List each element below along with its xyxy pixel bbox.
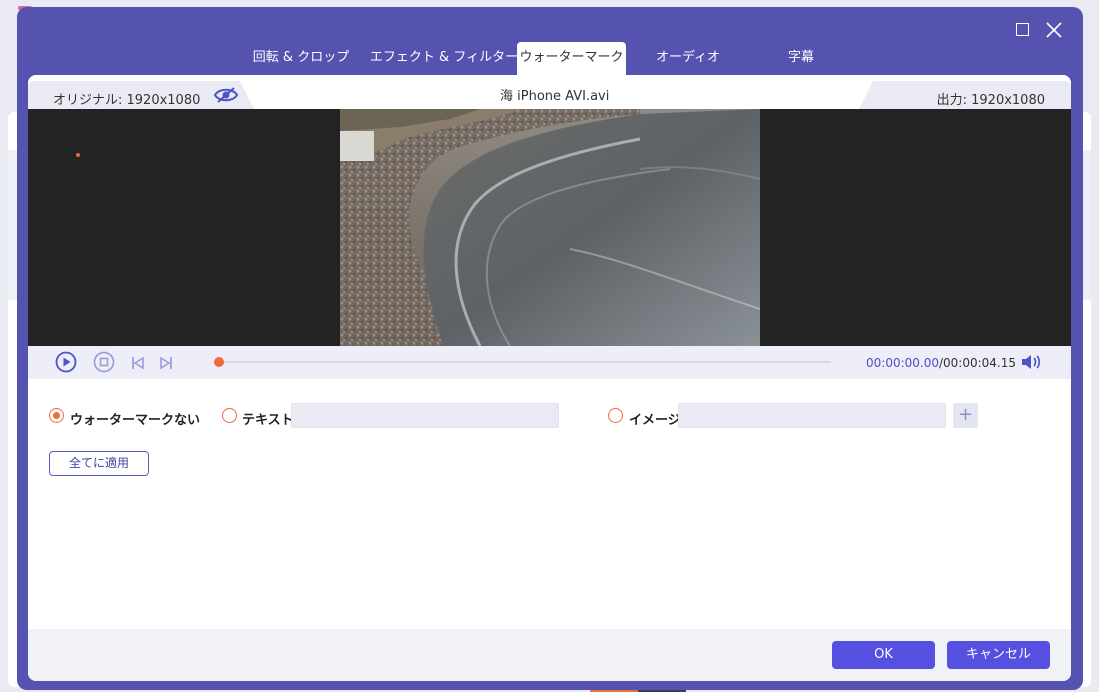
output-resolution: 出力: 1920x1080 <box>936 93 1045 108</box>
edit-dialog: 回転 & クロップ エフェクト & フィルター ウォーターマーク オーディオ 字… <box>17 7 1083 690</box>
text-watermark-label: テキスト <box>242 413 294 428</box>
video-preview <box>28 109 1071 346</box>
tab-bar: 回転 & クロップ エフェクト & フィルター ウォーターマーク オーディオ 字… <box>17 42 1083 76</box>
radio-no-watermark[interactable] <box>49 408 64 423</box>
preview-marker <box>76 153 80 157</box>
progress-handle[interactable] <box>214 357 224 367</box>
radio-image-watermark[interactable] <box>608 408 623 423</box>
no-watermark-label: ウォーターマークない <box>70 413 201 428</box>
apply-to-all-button[interactable]: 全てに適用 <box>49 451 149 476</box>
image-watermark-input[interactable] <box>678 403 946 428</box>
tab-audio[interactable]: オーディオ <box>647 42 729 76</box>
video-frame <box>340 109 760 346</box>
total-time: /00:00:04.15 <box>938 356 1017 370</box>
stop-icon[interactable] <box>93 351 115 377</box>
add-image-button[interactable]: + <box>953 403 978 428</box>
image-watermark-label: イメージ <box>629 413 681 428</box>
volume-icon[interactable] <box>1021 354 1041 374</box>
close-icon[interactable] <box>1043 19 1065 41</box>
info-bar: オリジナル: 1920x1080 海 iPhone AVI.avi 出力: 19… <box>28 75 1071 109</box>
original-resolution: オリジナル: 1920x1080 <box>53 93 201 108</box>
play-icon[interactable] <box>55 351 77 377</box>
time-display: 00:00:00.00/00:00:04.15 <box>866 356 1016 370</box>
previous-frame-icon[interactable] <box>131 355 145 374</box>
progress-track[interactable] <box>219 361 831 363</box>
maximize-icon[interactable] <box>1011 19 1033 41</box>
content-card: オリジナル: 1920x1080 海 iPhone AVI.avi 出力: 19… <box>28 75 1071 681</box>
tab-effect-filter[interactable]: エフェクト & フィルター <box>369 42 519 76</box>
hide-preview-eye-icon[interactable] <box>213 86 239 104</box>
cancel-button[interactable]: キャンセル <box>947 641 1050 669</box>
next-frame-icon[interactable] <box>159 355 173 374</box>
ok-button[interactable]: OK <box>832 641 935 669</box>
tab-subtitle[interactable]: 字幕 <box>772 42 830 76</box>
tab-rotate-crop[interactable]: 回転 & クロップ <box>249 42 353 76</box>
file-name: 海 iPhone AVI.avi <box>500 89 610 104</box>
current-time: 00:00:00.00 <box>866 356 939 370</box>
tab-watermark[interactable]: ウォーターマーク <box>517 42 626 76</box>
text-watermark-input[interactable] <box>291 403 559 428</box>
player-controls: 00:00:00.00/00:00:04.15 <box>28 346 1071 379</box>
radio-text-watermark[interactable] <box>222 408 237 423</box>
watermark-options: ウォーターマークない テキスト イメージ + 全てに適用 <box>28 379 1071 629</box>
dialog-footer: OK キャンセル <box>28 629 1071 681</box>
